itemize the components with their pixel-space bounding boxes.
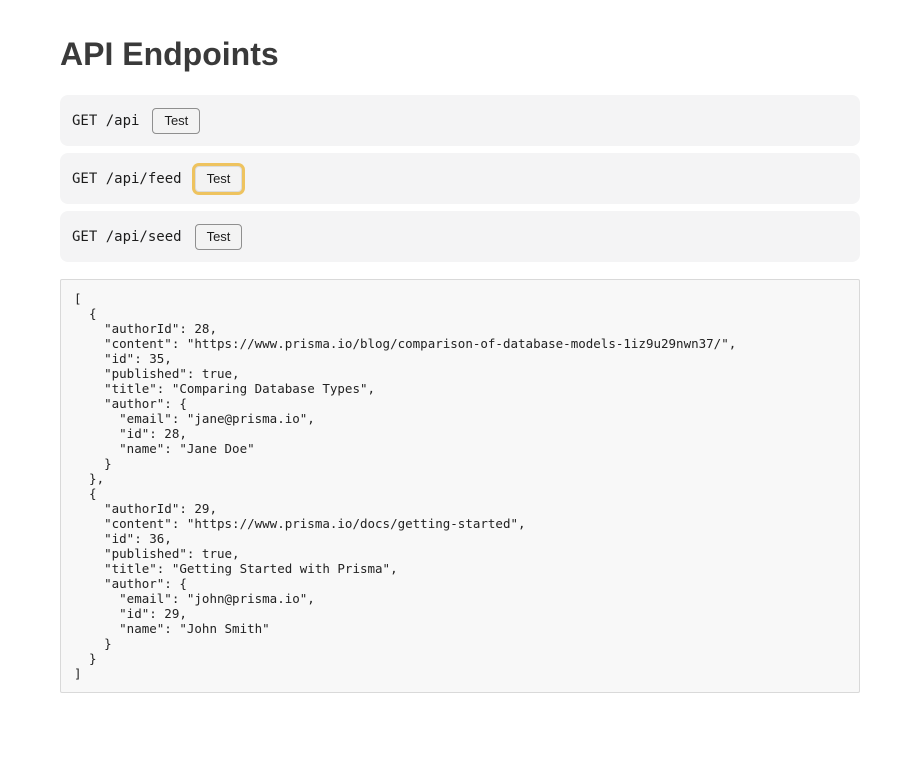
endpoint-label-api-feed: GET /api/feed [72, 171, 182, 187]
response-json-output: [ { "authorId": 28, "content": "https://… [60, 279, 860, 693]
test-button-api-feed[interactable]: Test [195, 166, 243, 192]
endpoint-label-api-seed: GET /api/seed [72, 229, 182, 245]
endpoint-row-api-feed: GET /api/feed Test [60, 153, 860, 204]
page-title: API Endpoints [60, 36, 860, 73]
endpoint-row-api-seed: GET /api/seed Test [60, 211, 860, 262]
api-endpoints-page: API Endpoints GET /api Test GET /api/fee… [60, 0, 860, 693]
endpoint-row-api: GET /api Test [60, 95, 860, 146]
endpoint-label-api: GET /api [72, 113, 139, 129]
test-button-api[interactable]: Test [152, 108, 200, 134]
test-button-api-seed[interactable]: Test [195, 224, 243, 250]
